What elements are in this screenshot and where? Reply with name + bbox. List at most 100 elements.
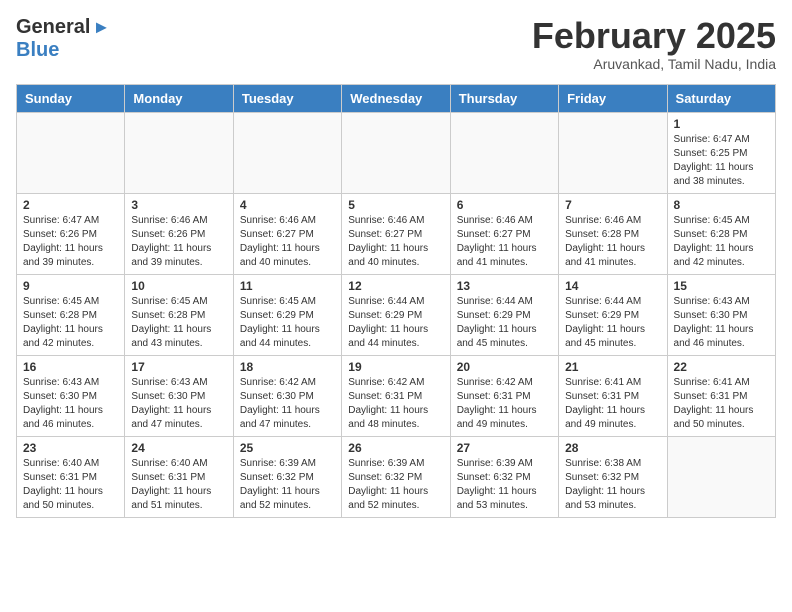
calendar-cell	[450, 112, 558, 193]
calendar-table: SundayMondayTuesdayWednesdayThursdayFrid…	[16, 84, 776, 518]
day-number: 8	[674, 198, 769, 212]
day-info: Sunrise: 6:43 AM Sunset: 6:30 PM Dayligh…	[131, 376, 226, 432]
day-info: Sunrise: 6:42 AM Sunset: 6:31 PM Dayligh…	[457, 376, 552, 432]
calendar-cell	[667, 436, 775, 517]
calendar-cell: 8 Sunrise: 6:45 AM Sunset: 6:28 PM Daylig…	[667, 193, 775, 274]
day-info: Sunrise: 6:39 AM Sunset: 6:32 PM Dayligh…	[457, 457, 552, 513]
calendar-week-4: 16 Sunrise: 6:43 AM Sunset: 6:30 PM Dayli…	[17, 355, 776, 436]
day-info: Sunrise: 6:39 AM Sunset: 6:32 PM Dayligh…	[348, 457, 443, 513]
day-info: Sunrise: 6:41 AM Sunset: 6:31 PM Dayligh…	[674, 376, 769, 432]
calendar-cell: 25 Sunrise: 6:39 AM Sunset: 6:32 PM Dayli…	[233, 436, 341, 517]
calendar-cell: 1 Sunrise: 6:47 AM Sunset: 6:25 PM Daylig…	[667, 112, 775, 193]
calendar-cell: 16 Sunrise: 6:43 AM Sunset: 6:30 PM Dayli…	[17, 355, 125, 436]
day-number: 18	[240, 360, 335, 374]
day-info: Sunrise: 6:46 AM Sunset: 6:28 PM Dayligh…	[565, 214, 660, 270]
day-info: Sunrise: 6:46 AM Sunset: 6:27 PM Dayligh…	[457, 214, 552, 270]
calendar-cell: 11 Sunrise: 6:45 AM Sunset: 6:29 PM Dayli…	[233, 274, 341, 355]
calendar-cell: 13 Sunrise: 6:44 AM Sunset: 6:29 PM Dayli…	[450, 274, 558, 355]
calendar-cell: 27 Sunrise: 6:39 AM Sunset: 6:32 PM Dayli…	[450, 436, 558, 517]
logo-arrow-icon: ►	[92, 17, 110, 38]
day-number: 12	[348, 279, 443, 293]
day-info: Sunrise: 6:45 AM Sunset: 6:28 PM Dayligh…	[23, 295, 118, 351]
calendar-cell: 28Sunrise: 6:38 AM Sunset: 6:32 PM Dayli…	[559, 436, 667, 517]
day-number: 9	[23, 279, 118, 293]
day-number: 21	[565, 360, 660, 374]
calendar-cell: 17 Sunrise: 6:43 AM Sunset: 6:30 PM Dayli…	[125, 355, 233, 436]
day-number: 19	[348, 360, 443, 374]
calendar-cell: 10 Sunrise: 6:45 AM Sunset: 6:28 PM Dayli…	[125, 274, 233, 355]
day-number: 14	[565, 279, 660, 293]
calendar-cell	[559, 112, 667, 193]
calendar-cell: 26 Sunrise: 6:39 AM Sunset: 6:32 PM Dayli…	[342, 436, 450, 517]
day-number: 17	[131, 360, 226, 374]
day-number: 16	[23, 360, 118, 374]
calendar-cell	[125, 112, 233, 193]
location: Aruvankad, Tamil Nadu, India	[532, 56, 776, 72]
calendar-week-2: 2Sunrise: 6:47 AM Sunset: 6:26 PM Daylig…	[17, 193, 776, 274]
calendar-cell: 5 Sunrise: 6:46 AM Sunset: 6:27 PM Daylig…	[342, 193, 450, 274]
day-number: 15	[674, 279, 769, 293]
day-info: Sunrise: 6:39 AM Sunset: 6:32 PM Dayligh…	[240, 457, 335, 513]
title-section: February 2025 Aruvankad, Tamil Nadu, Ind…	[532, 16, 776, 72]
day-number: 24	[131, 441, 226, 455]
day-info: Sunrise: 6:40 AM Sunset: 6:31 PM Dayligh…	[131, 457, 226, 513]
day-info: Sunrise: 6:40 AM Sunset: 6:31 PM Dayligh…	[23, 457, 118, 513]
weekday-header-row: SundayMondayTuesdayWednesdayThursdayFrid…	[17, 84, 776, 112]
page-header: General ► Blue February 2025 Aruvankad, …	[16, 16, 776, 72]
calendar-cell	[233, 112, 341, 193]
day-number: 13	[457, 279, 552, 293]
day-number: 28	[565, 441, 660, 455]
weekday-header-thursday: Thursday	[450, 84, 558, 112]
weekday-header-monday: Monday	[125, 84, 233, 112]
calendar-cell: 2Sunrise: 6:47 AM Sunset: 6:26 PM Daylig…	[17, 193, 125, 274]
logo: General ► Blue	[16, 16, 110, 62]
day-number: 10	[131, 279, 226, 293]
day-number: 4	[240, 198, 335, 212]
day-number: 23	[23, 441, 118, 455]
day-info: Sunrise: 6:47 AM Sunset: 6:25 PM Dayligh…	[674, 133, 769, 189]
calendar-body: 1 Sunrise: 6:47 AM Sunset: 6:25 PM Daylig…	[17, 112, 776, 517]
weekday-header-friday: Friday	[559, 84, 667, 112]
calendar-cell: 24 Sunrise: 6:40 AM Sunset: 6:31 PM Dayli…	[125, 436, 233, 517]
weekday-header-tuesday: Tuesday	[233, 84, 341, 112]
day-info: Sunrise: 6:45 AM Sunset: 6:29 PM Dayligh…	[240, 295, 335, 351]
calendar-cell: 15 Sunrise: 6:43 AM Sunset: 6:30 PM Dayli…	[667, 274, 775, 355]
day-number: 7	[565, 198, 660, 212]
logo-general: General	[16, 16, 90, 39]
calendar-cell: 12 Sunrise: 6:44 AM Sunset: 6:29 PM Dayli…	[342, 274, 450, 355]
calendar-cell: 20 Sunrise: 6:42 AM Sunset: 6:31 PM Dayli…	[450, 355, 558, 436]
day-info: Sunrise: 6:46 AM Sunset: 6:27 PM Dayligh…	[348, 214, 443, 270]
day-info: Sunrise: 6:44 AM Sunset: 6:29 PM Dayligh…	[457, 295, 552, 351]
calendar-cell: 14Sunrise: 6:44 AM Sunset: 6:29 PM Dayli…	[559, 274, 667, 355]
calendar-cell	[17, 112, 125, 193]
calendar-cell	[342, 112, 450, 193]
day-info: Sunrise: 6:42 AM Sunset: 6:31 PM Dayligh…	[348, 376, 443, 432]
day-number: 27	[457, 441, 552, 455]
day-number: 22	[674, 360, 769, 374]
day-info: Sunrise: 6:43 AM Sunset: 6:30 PM Dayligh…	[23, 376, 118, 432]
calendar-cell: 21Sunrise: 6:41 AM Sunset: 6:31 PM Dayli…	[559, 355, 667, 436]
day-number: 1	[674, 117, 769, 131]
day-number: 20	[457, 360, 552, 374]
day-number: 26	[348, 441, 443, 455]
day-info: Sunrise: 6:45 AM Sunset: 6:28 PM Dayligh…	[131, 295, 226, 351]
day-number: 11	[240, 279, 335, 293]
calendar-cell: 7 Sunrise: 6:46 AM Sunset: 6:28 PM Daylig…	[559, 193, 667, 274]
calendar-week-1: 1 Sunrise: 6:47 AM Sunset: 6:25 PM Daylig…	[17, 112, 776, 193]
weekday-header-saturday: Saturday	[667, 84, 775, 112]
calendar-week-5: 23 Sunrise: 6:40 AM Sunset: 6:31 PM Dayli…	[17, 436, 776, 517]
day-info: Sunrise: 6:44 AM Sunset: 6:29 PM Dayligh…	[348, 295, 443, 351]
day-number: 25	[240, 441, 335, 455]
calendar-cell: 3Sunrise: 6:46 AM Sunset: 6:26 PM Daylig…	[125, 193, 233, 274]
calendar-cell: 23 Sunrise: 6:40 AM Sunset: 6:31 PM Dayli…	[17, 436, 125, 517]
day-number: 6	[457, 198, 552, 212]
day-info: Sunrise: 6:42 AM Sunset: 6:30 PM Dayligh…	[240, 376, 335, 432]
calendar-cell: 6 Sunrise: 6:46 AM Sunset: 6:27 PM Daylig…	[450, 193, 558, 274]
day-info: Sunrise: 6:43 AM Sunset: 6:30 PM Dayligh…	[674, 295, 769, 351]
calendar-cell: 4Sunrise: 6:46 AM Sunset: 6:27 PM Daylig…	[233, 193, 341, 274]
day-info: Sunrise: 6:46 AM Sunset: 6:26 PM Dayligh…	[131, 214, 226, 270]
day-number: 5	[348, 198, 443, 212]
day-info: Sunrise: 6:45 AM Sunset: 6:28 PM Dayligh…	[674, 214, 769, 270]
calendar-week-3: 9 Sunrise: 6:45 AM Sunset: 6:28 PM Daylig…	[17, 274, 776, 355]
calendar-cell: 19 Sunrise: 6:42 AM Sunset: 6:31 PM Dayli…	[342, 355, 450, 436]
